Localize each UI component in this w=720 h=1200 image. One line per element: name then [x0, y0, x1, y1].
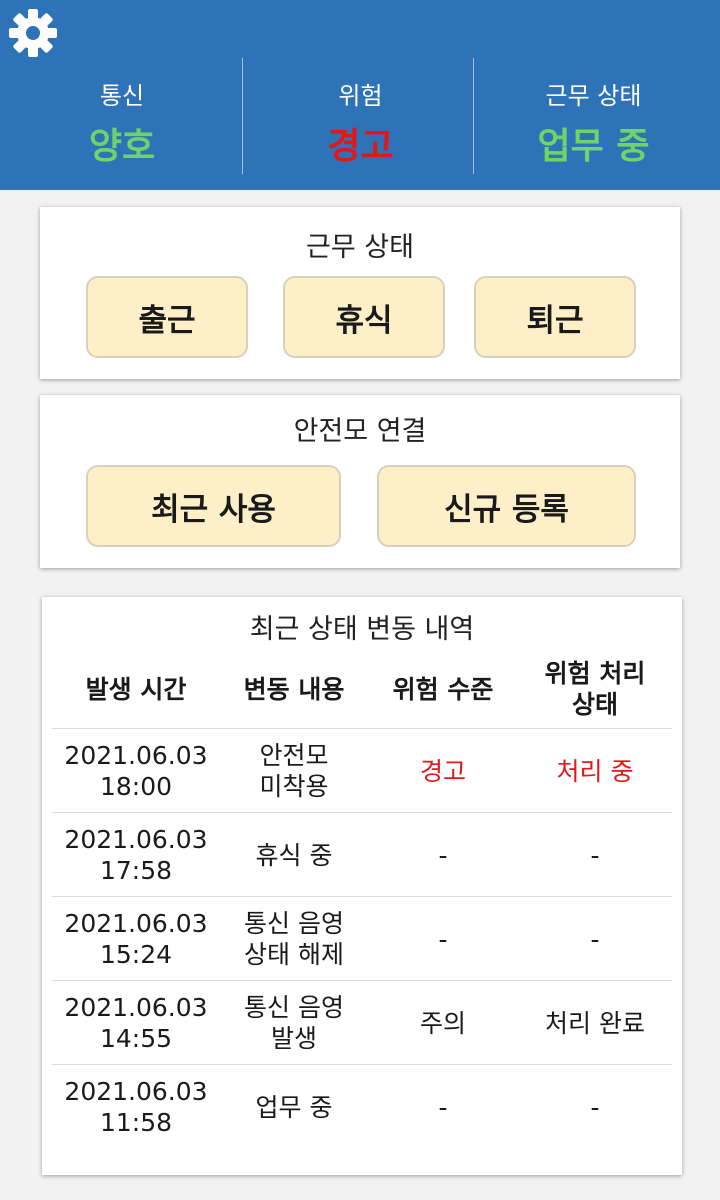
- danger-label: 위험: [338, 82, 383, 110]
- recent-use-button[interactable]: 최근 사용: [86, 465, 341, 547]
- table-header: 발생 시간 변동 내용 위험 수준 위험 처리 상태: [52, 649, 672, 729]
- table-row: 2021.06.03 11:58 업무 중 - -: [52, 1065, 672, 1149]
- column-header-content: 변동 내용: [243, 674, 345, 704]
- new-registration-button[interactable]: 신규 등록: [377, 465, 636, 547]
- danger-status: 위험 경고: [242, 58, 478, 174]
- cell-status: 처리 중: [556, 756, 634, 786]
- cell-time: 2021.06.03 11:58: [64, 1077, 208, 1137]
- column-header-level: 위험 수준: [392, 674, 494, 704]
- status-header: 통신 양호 위험 경고 근무 상태 업무 중: [0, 0, 720, 190]
- cell-time: 2021.06.03 17:58: [64, 825, 208, 885]
- cell-status: -: [590, 840, 600, 870]
- cell-level: -: [438, 1092, 448, 1122]
- cell-status: 처리 완료: [545, 1008, 645, 1038]
- cell-status: -: [590, 924, 600, 954]
- cell-level: -: [438, 840, 448, 870]
- check-in-button[interactable]: 출근: [86, 276, 248, 358]
- cell-content: 업무 중: [255, 1092, 333, 1122]
- cell-content: 통신 음영 상태 해제: [244, 909, 344, 969]
- cell-level: 경고: [419, 756, 466, 786]
- cell-content: 안전모 미착용: [259, 741, 329, 801]
- cell-time: 2021.06.03 18:00: [64, 741, 208, 801]
- cell-level: 주의: [419, 1008, 466, 1038]
- gear-icon[interactable]: [8, 8, 58, 58]
- cell-content: 휴식 중: [255, 840, 333, 870]
- work-status-label: 근무 상태: [545, 82, 642, 110]
- cell-time: 2021.06.03 15:24: [64, 909, 208, 969]
- table-row: 2021.06.03 15:24 통신 음영 상태 해제 - -: [52, 897, 672, 981]
- communication-label: 통신: [99, 82, 145, 110]
- work-status: 근무 상태 업무 중: [473, 58, 713, 174]
- helmet-connection-title: 안전모 연결: [293, 416, 427, 447]
- check-out-button[interactable]: 퇴근: [474, 276, 636, 358]
- work-status-value: 업무 중: [537, 126, 650, 167]
- status-history-title: 최근 상태 변동 내역: [249, 614, 475, 645]
- helmet-connection-card: 안전모 연결 최근 사용 신규 등록: [40, 395, 680, 568]
- cell-time: 2021.06.03 14:55: [64, 993, 208, 1053]
- table-body: 2021.06.03 18:00 안전모 미착용 경고 처리 중 2021.06…: [52, 729, 672, 1149]
- cell-level: -: [438, 924, 448, 954]
- communication-value: 양호: [88, 126, 156, 167]
- table-row: 2021.06.03 14:55 통신 음영 발생 주의 처리 완료: [52, 981, 672, 1065]
- rest-button[interactable]: 휴식: [283, 276, 445, 358]
- status-history-card: 최근 상태 변동 내역 발생 시간 변동 내용 위험 수준 위험 처리 상태 2…: [42, 597, 682, 1175]
- table-row: 2021.06.03 17:58 휴식 중 - -: [52, 813, 672, 897]
- work-status-card-title: 근무 상태: [306, 232, 414, 263]
- danger-value: 경고: [327, 126, 394, 167]
- communication-status: 통신 양호: [4, 58, 240, 174]
- cell-status: -: [590, 1092, 600, 1122]
- column-header-time: 발생 시간: [85, 674, 187, 704]
- table-row: 2021.06.03 18:00 안전모 미착용 경고 처리 중: [52, 729, 672, 813]
- cell-content: 통신 음영 발생: [244, 993, 344, 1053]
- work-status-card: 근무 상태 출근 휴식 퇴근: [40, 207, 680, 379]
- column-header-status: 위험 처리 상태: [544, 659, 646, 719]
